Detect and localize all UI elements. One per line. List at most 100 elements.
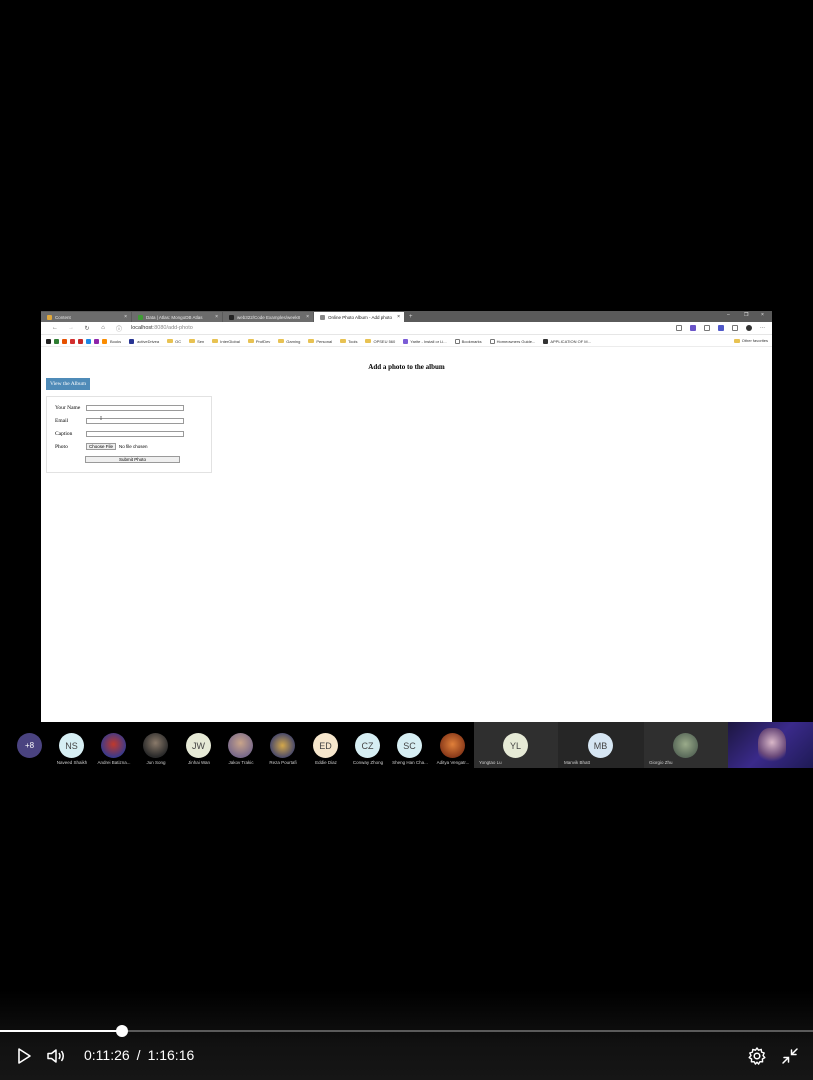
bookmark-item[interactable]: activeDrivea (137, 339, 159, 344)
bookmark-item[interactable]: Bookmarks (454, 338, 482, 344)
avatar: SC (397, 733, 422, 758)
bookmark-icon[interactable] (70, 338, 75, 344)
avatar (228, 733, 253, 758)
bookmark-icon[interactable] (62, 338, 67, 344)
bookmark-icon[interactable] (94, 338, 99, 344)
other-favorites[interactable]: Other favorites (733, 338, 768, 343)
close-icon[interactable]: × (306, 314, 309, 320)
participant[interactable]: NS Naveed Shaikh (51, 722, 93, 768)
browser-tab[interactable]: Content × (41, 312, 131, 322)
teams-icon[interactable] (718, 325, 724, 331)
folder-icon (365, 339, 372, 343)
bookmark-icon[interactable] (78, 338, 83, 344)
participant[interactable]: ED Eddie Diaz (305, 722, 347, 768)
more-participants-badge[interactable]: +8 (17, 733, 42, 758)
participant-tile[interactable]: Giorgio Zhu (644, 722, 728, 768)
reload-icon[interactable]: ↻ (79, 325, 95, 332)
bookmark-icon[interactable] (129, 338, 135, 344)
browser-tab-active[interactable]: Online Photo Album - Add photo × (314, 312, 404, 322)
volume-icon[interactable] (46, 1046, 66, 1066)
progress-handle[interactable] (115, 1025, 128, 1037)
window-close-icon[interactable]: × (761, 312, 764, 318)
bookmark-folder[interactable]: Tools (340, 339, 357, 344)
bookmark-item[interactable]: APPLICATION OF M... (543, 338, 591, 344)
view-album-button[interactable]: View the Album (46, 378, 91, 390)
participant-name: Jakov Trakic (228, 760, 254, 765)
page-title: Add a photo to the album (368, 363, 445, 371)
form-row-caption: Caption (55, 431, 184, 437)
choose-file-button[interactable]: Choose File (86, 443, 117, 450)
speaker-video-feed (758, 728, 786, 764)
participant[interactable]: Andrei Batizna... (93, 722, 135, 768)
favorite-star-icon[interactable] (676, 325, 682, 331)
close-icon[interactable]: × (124, 314, 127, 320)
participant[interactable]: Reza Pourtafi (262, 722, 304, 768)
folder-icon (278, 339, 285, 343)
collections-icon[interactable] (732, 325, 738, 331)
page-icon (489, 338, 495, 344)
bookmark-folder[interactable]: Sen (189, 339, 204, 344)
bookmark-label: Sen (197, 338, 205, 344)
favorites-icon[interactable] (704, 325, 710, 331)
form-row-photo: Photo Choose File No file chosen (55, 443, 148, 450)
minimize-icon[interactable]: – (727, 312, 730, 318)
tab-favicon-icon (47, 314, 52, 320)
submit-photo-button[interactable]: Submit Photo (85, 456, 180, 463)
extension-icon[interactable] (690, 325, 696, 331)
close-icon[interactable]: × (215, 314, 218, 320)
browser-tab[interactable]: Data | Atlas: MongoDB Atlas × (132, 312, 222, 322)
bookmark-item[interactable]: Homeowners Guide... (489, 338, 535, 344)
photo-label: Photo (55, 443, 68, 450)
back-icon[interactable]: ← (47, 325, 63, 331)
bookmark-icon[interactable] (46, 338, 51, 344)
speaker-video[interactable] (728, 722, 813, 768)
participant[interactable]: Jakov Trakic (220, 722, 262, 768)
restore-icon[interactable]: ❐ (744, 312, 748, 318)
site-info-icon[interactable]: ⓘ (111, 324, 127, 333)
bookmark-item[interactable]: Books (110, 339, 121, 344)
participant-name: Manvik Bhatt (564, 760, 591, 765)
forward-icon[interactable]: → (63, 325, 79, 331)
avatar (143, 733, 168, 758)
exit-fullscreen-icon[interactable] (780, 1046, 800, 1066)
browser-tab[interactable]: web322/Code Examples/week8 × (223, 312, 313, 322)
participant-tile[interactable]: MB Manvik Bhatt (558, 722, 644, 768)
bookmark-folder[interactable]: OPSEU 560 (365, 339, 395, 344)
participant[interactable]: CZ Conway Zhong (347, 722, 389, 768)
participant[interactable]: JW Jinhai Wan (178, 722, 220, 768)
participant[interactable]: Jun Song (135, 722, 177, 768)
participant-name: Eddie Diaz (315, 760, 337, 765)
participant-name: Conway Zhong (352, 760, 384, 765)
profile-avatar[interactable] (746, 325, 752, 331)
caption-field[interactable] (86, 431, 184, 437)
home-icon[interactable]: ⌂ (95, 325, 111, 331)
bookmark-icon[interactable] (54, 338, 59, 344)
progress-bar[interactable] (0, 1025, 813, 1037)
settings-icon[interactable] (747, 1046, 767, 1066)
bookmark-label: ProfDev (255, 338, 271, 344)
participant-tile[interactable]: YL Yongtao Lu (474, 722, 558, 768)
bookmark-icon[interactable] (102, 338, 107, 344)
bookmark-folder[interactable]: InterGlobal (212, 339, 240, 344)
participant-name: Naveed Shaikh (56, 760, 88, 765)
new-tab-icon[interactable]: + (405, 312, 417, 322)
more-menu-icon[interactable]: ⋯ (760, 325, 766, 331)
other-favorites-label: Other favorites (741, 338, 768, 343)
file-status: No file chosen (119, 444, 148, 449)
participant[interactable]: Aditya Vengatr... (432, 722, 474, 768)
bookmark-folder[interactable]: ProfDev (247, 338, 271, 344)
url-field[interactable]: localhost:8080/add-photo (131, 325, 193, 331)
play-icon[interactable] (14, 1046, 34, 1066)
bookmark-item[interactable]: Yarite - Install or Li... (403, 338, 447, 344)
close-icon[interactable]: × (397, 314, 400, 320)
participant[interactable]: SC Sheng Han Cha... (389, 722, 431, 768)
name-field[interactable] (86, 405, 184, 411)
bookmark-folder[interactable]: OC (167, 339, 181, 344)
web-page: Add a photo to the album View the Album … (41, 348, 772, 722)
participant-name: Andrei Batizna... (97, 760, 131, 765)
bookmark-icon[interactable] (86, 338, 91, 344)
bookmark-folder[interactable]: Gaming (278, 339, 300, 344)
url-host: localhost (131, 325, 153, 331)
folder-icon (247, 339, 254, 343)
bookmark-folder[interactable]: Personal (308, 339, 332, 344)
